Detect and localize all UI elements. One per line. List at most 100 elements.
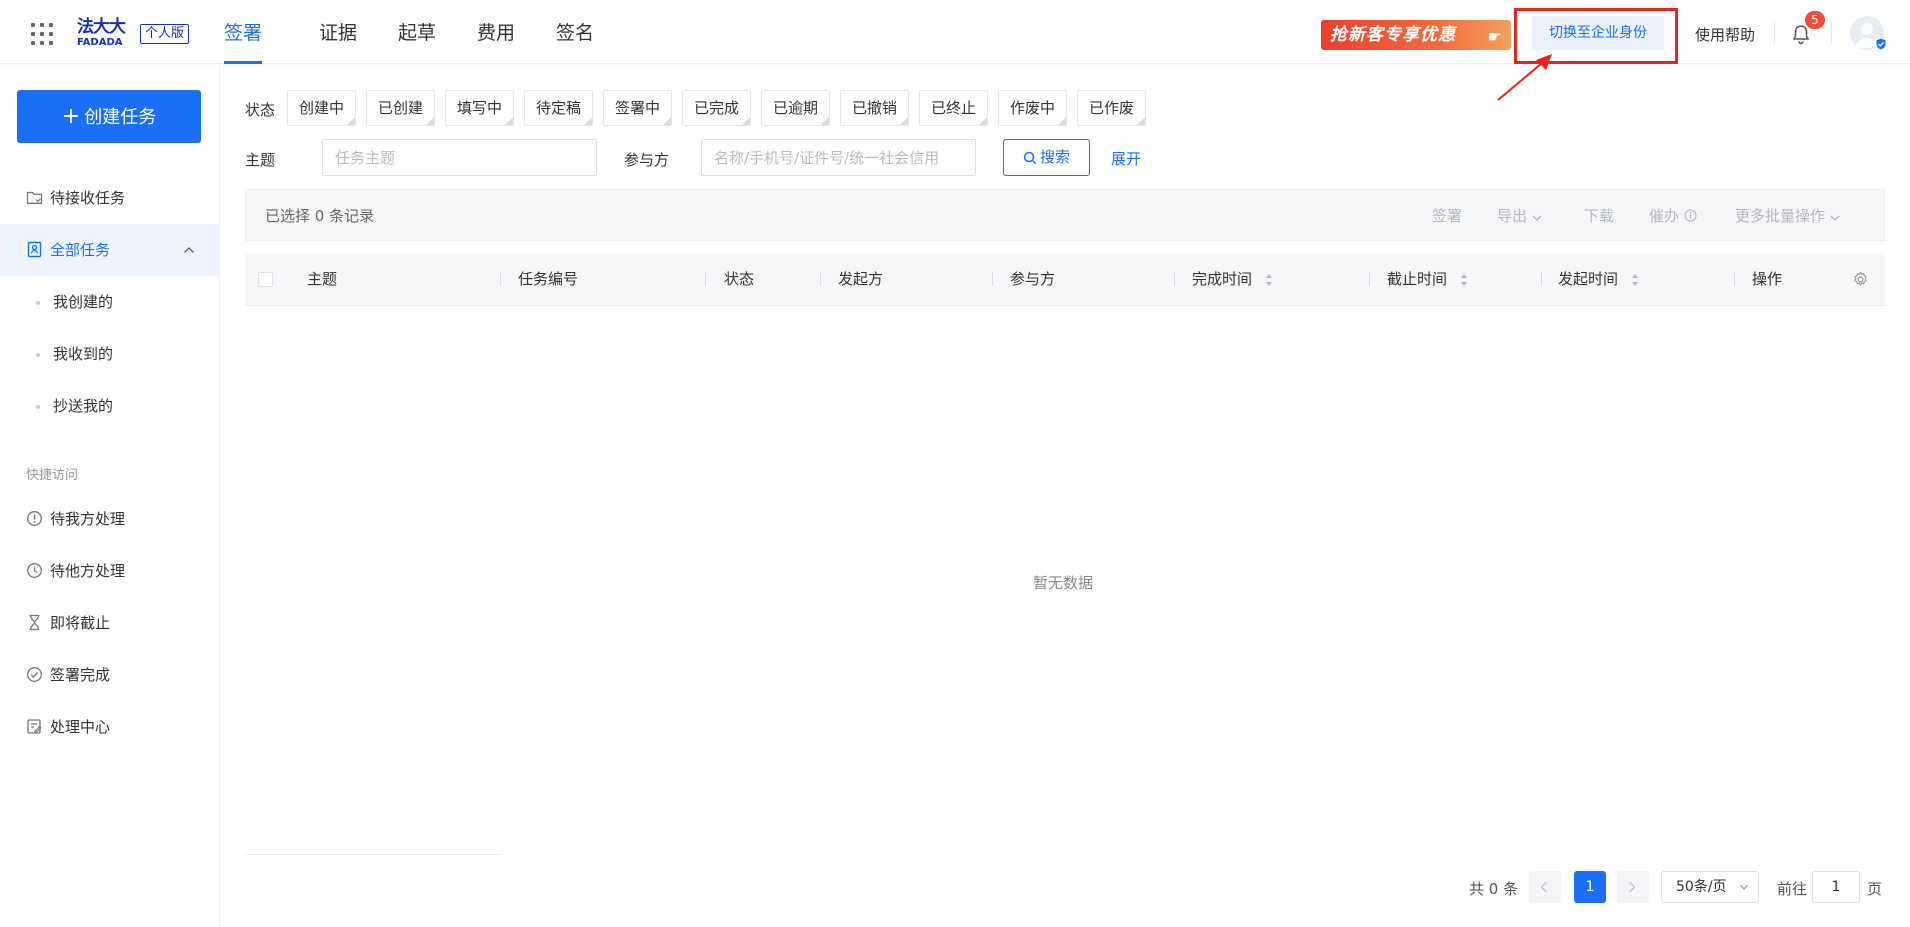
plus-icon: + xyxy=(61,104,81,129)
sidebar-item-label: 签署完成 xyxy=(50,666,111,684)
sidebar-item-my-pending[interactable]: 待我方处理 xyxy=(0,493,220,545)
gear-icon[interactable] xyxy=(1852,271,1869,288)
sort-icon[interactable] xyxy=(1265,272,1273,288)
column-header-initiated-time[interactable]: 发起时间 xyxy=(1558,253,1618,306)
bulk-remind-label: 催办 xyxy=(1649,207,1680,225)
sidebar-item-due-soon[interactable]: 即将截止 xyxy=(0,597,220,649)
sort-icon[interactable] xyxy=(1460,272,1468,288)
subject-input[interactable] xyxy=(322,139,597,176)
column-divider xyxy=(1734,272,1735,286)
bulk-remind-button[interactable]: 催办 xyxy=(1649,205,1697,226)
bulk-export-button[interactable]: 导出 xyxy=(1497,205,1542,226)
header-divider xyxy=(1774,22,1775,44)
nav-tab-signature[interactable]: 签名 xyxy=(556,0,594,64)
status-chip-signing[interactable]: 签署中 xyxy=(603,90,673,126)
status-chip-overdue[interactable]: 已逾期 xyxy=(761,90,831,126)
sidebar-sub-created-by-me[interactable]: 我创建的 xyxy=(0,276,220,328)
subject-label: 主题 xyxy=(245,151,276,169)
sidebar: + 创建任务 待接收任务 全部任务 我创建的 我收到的 抄送我的 快捷访问 待我… xyxy=(0,65,220,927)
info-icon xyxy=(1684,209,1697,222)
bulk-toolbar: 已选择 0 条记录 签署 导出 下载 催办 更多批量操作 xyxy=(245,189,1885,241)
help-link[interactable]: 使用帮助 xyxy=(1695,24,1755,45)
chevron-down-icon xyxy=(1532,215,1542,221)
page-number-button[interactable]: 1 xyxy=(1574,871,1606,903)
status-chip-pending-final[interactable]: 待定稿 xyxy=(524,90,594,126)
check-circle-icon xyxy=(27,667,42,682)
page-size-select[interactable]: 50条/页 xyxy=(1661,871,1759,903)
nav-tab-fees[interactable]: 费用 xyxy=(477,0,515,64)
bulk-more-button[interactable]: 更多批量操作 xyxy=(1735,205,1840,226)
notification-badge: 5 xyxy=(1805,11,1825,29)
nav-tab-sign[interactable]: 签署 xyxy=(224,0,263,64)
status-chip-terminated[interactable]: 已终止 xyxy=(919,90,989,126)
status-chip-filling[interactable]: 填写中 xyxy=(445,90,515,126)
column-header-deadline[interactable]: 截止时间 xyxy=(1387,253,1447,306)
nav-tab-evidence[interactable]: 证据 xyxy=(319,0,357,64)
verified-shield-icon xyxy=(1875,37,1887,51)
main-content: 状态 创建中 已创建 填写中 待定稿 签署中 已完成 已逾期 已撤销 已终止 作… xyxy=(245,65,1885,927)
bulk-sign-button[interactable]: 签署 xyxy=(1432,205,1462,226)
sidebar-sub-cc-me[interactable]: 抄送我的 xyxy=(0,380,220,432)
sort-icon[interactable] xyxy=(1631,272,1639,288)
select-all-checkbox[interactable] xyxy=(258,272,273,287)
column-divider xyxy=(1541,272,1542,286)
chevron-down-icon xyxy=(1739,884,1749,890)
column-header-completed-time[interactable]: 完成时间 xyxy=(1192,253,1252,306)
app-grid-icon[interactable] xyxy=(31,23,53,45)
nav-tab-draft[interactable]: 起草 xyxy=(398,0,436,64)
search-icon xyxy=(1023,151,1037,165)
goto-page-input[interactable] xyxy=(1812,871,1860,903)
quick-access-title: 快捷访问 xyxy=(26,468,79,483)
sidebar-item-label: 处理中心 xyxy=(50,718,111,736)
column-divider xyxy=(705,272,706,286)
pointer-hand-icon: ☛ xyxy=(1487,27,1503,46)
table-header: 主题 任务编号 状态 发起方 参与方 完成时间 截止时间 发起时间 操作 xyxy=(245,253,1885,306)
clock-icon xyxy=(27,563,42,578)
total-count: 共 0 条 xyxy=(1469,880,1519,898)
status-chip-voided[interactable]: 已作废 xyxy=(1077,90,1147,126)
promo-banner[interactable]: 抢新客专享优惠 ☛ xyxy=(1321,20,1511,50)
hourglass-icon xyxy=(29,614,40,631)
next-page-button[interactable] xyxy=(1617,871,1649,903)
status-filter-label: 状态 xyxy=(245,101,276,119)
column-header-participant: 参与方 xyxy=(1010,270,1056,288)
sidebar-item-label: 待接收任务 xyxy=(50,189,126,207)
sidebar-sub-received[interactable]: 我收到的 xyxy=(0,328,220,380)
alert-circle-icon xyxy=(27,511,42,526)
sidebar-item-others-pending[interactable]: 待他方处理 xyxy=(0,545,220,597)
status-chip-voiding[interactable]: 作废中 xyxy=(998,90,1068,126)
brand-logo[interactable]: 法大大 FADADA xyxy=(77,18,141,48)
sidebar-item-all-tasks[interactable]: 全部任务 xyxy=(0,224,220,276)
status-chip-completed[interactable]: 已完成 xyxy=(682,90,752,126)
brand-logo-en: FADADA xyxy=(77,37,123,48)
create-task-button[interactable]: + 创建任务 xyxy=(17,90,201,143)
bulk-download-button[interactable]: 下载 xyxy=(1584,205,1614,226)
sidebar-item-signed[interactable]: 签署完成 xyxy=(0,649,220,701)
chevron-right-icon xyxy=(1629,881,1636,893)
sidebar-item-pending-receive[interactable]: 待接收任务 xyxy=(0,172,220,224)
search-button-label: 搜索 xyxy=(1039,148,1070,166)
column-header-task-id: 任务编号 xyxy=(518,270,579,288)
column-divider xyxy=(820,272,821,286)
sidebar-item-label: 待我方处理 xyxy=(50,510,126,528)
folder-icon xyxy=(26,191,43,204)
goto-prefix-label: 前往 xyxy=(1777,880,1808,898)
column-header-status: 状态 xyxy=(724,270,755,288)
chevron-up-icon[interactable] xyxy=(183,245,195,255)
status-chip-created[interactable]: 已创建 xyxy=(366,90,436,126)
sidebar-item-processing-center[interactable]: 处理中心 xyxy=(0,701,220,753)
status-chip-revoked[interactable]: 已撤销 xyxy=(840,90,910,126)
bulk-more-label: 更多批量操作 xyxy=(1735,207,1826,225)
prev-page-button[interactable] xyxy=(1529,871,1561,903)
sidebar-item-label: 待他方处理 xyxy=(50,562,126,580)
search-button[interactable]: 搜索 xyxy=(1003,139,1090,176)
top-header: 法大大 FADADA 个人版 签署 证据 起草 费用 签名 抢新客专享优惠 ☛ … xyxy=(0,0,1910,101)
status-chip-creating[interactable]: 创建中 xyxy=(287,90,357,126)
document-icon xyxy=(27,241,42,258)
app-root: 法大大 FADADA 个人版 签署 证据 起草 费用 签名 抢新客专享优惠 ☛ … xyxy=(0,0,1910,927)
switch-identity-button[interactable]: 切换至企业身份 xyxy=(1532,16,1664,50)
horizontal-scrollbar[interactable] xyxy=(245,854,502,855)
chevron-left-icon xyxy=(1540,881,1547,893)
expand-filters-link[interactable]: 展开 xyxy=(1111,148,1141,169)
participant-input[interactable] xyxy=(701,139,976,176)
